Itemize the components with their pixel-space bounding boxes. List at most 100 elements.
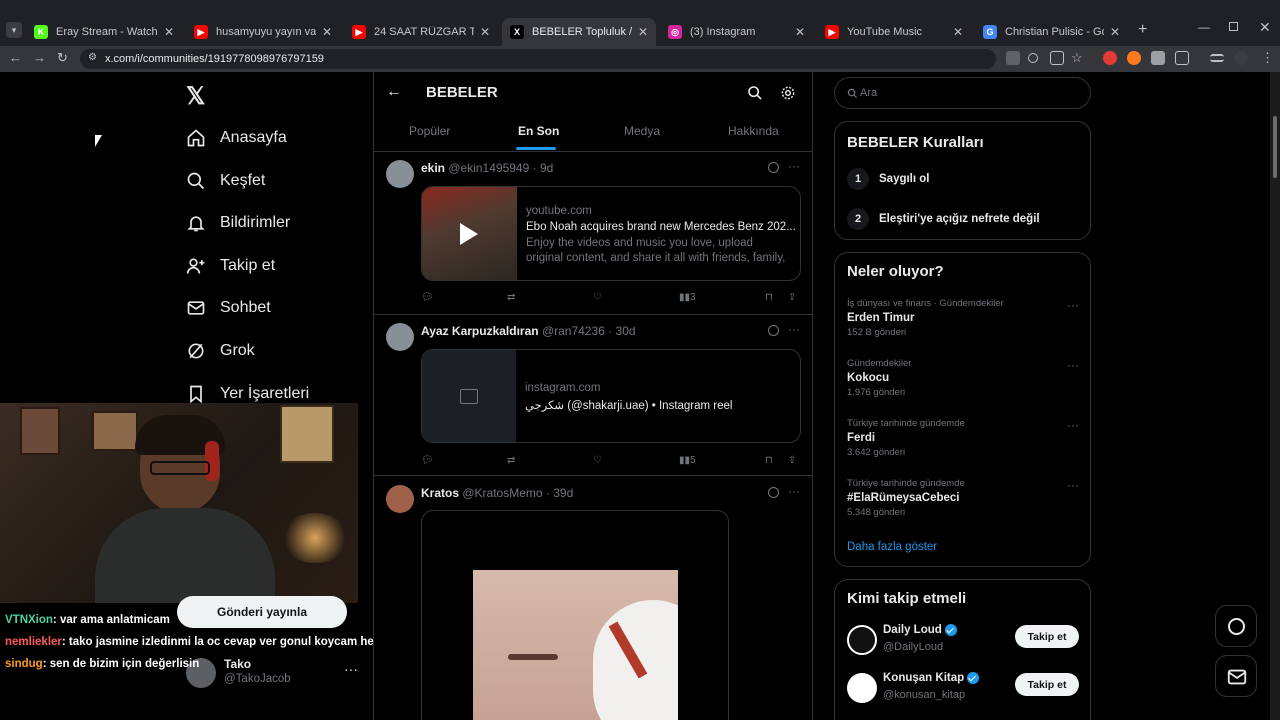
link-card[interactable]: youtube.com Ebo Noah acquires brand new … [421,186,801,281]
nav-notifications[interactable]: Bildirimler [186,208,290,238]
avatar[interactable] [386,485,414,513]
nav-explore[interactable]: Keşfet [186,166,265,196]
like-icon[interactable]: ♡ [593,292,602,303]
nav-follow[interactable]: Takip et [186,251,275,281]
avatar[interactable] [847,625,877,655]
share-icon[interactable]: ⇪ [788,455,796,466]
grok-float-button[interactable] [1215,605,1257,647]
more-icon[interactable]: ··· [788,484,800,498]
repost-icon[interactable]: ⇄ [507,292,515,303]
close-tab-icon[interactable]: ✕ [322,25,332,39]
profile-avatar-icon[interactable] [1234,51,1248,65]
more-icon[interactable]: ··· [1067,478,1079,492]
tab-search-icon[interactable]: ▾ [6,22,22,38]
tab-popular[interactable]: Popüler [409,124,450,138]
close-tab-icon[interactable]: ✕ [795,25,805,39]
grok-icon[interactable] [768,162,779,173]
tab-about[interactable]: Hakkında [728,124,779,138]
trend-item[interactable]: İş dünyası ve finans · Gündemdekiler Erd… [847,298,1079,338]
browser-tab[interactable]: ▶ husamyuyu yayın vakti 13 - You ✕ [186,18,340,46]
link-card[interactable]: instagram.com شكرجي (@shakarji.uae) • In… [421,349,801,443]
share-icon[interactable]: ⇪ [788,292,796,303]
views-icon[interactable]: ▮▮ 3 [679,292,696,303]
extension-gray-icon[interactable] [1151,51,1165,65]
close-tab-icon[interactable]: ✕ [480,25,490,39]
author-name[interactable]: Ayaz Karpuzkaldıran [421,324,539,338]
minimize-icon[interactable]: — [1198,20,1210,34]
reply-icon[interactable]: 💬︎ [421,292,434,303]
page-scrollbar[interactable] [1270,72,1280,720]
author-handle[interactable]: @KratosMemo [462,486,542,500]
rule-item[interactable]: 2 Eleştiri'ye açığız nefrete değil [847,208,1040,230]
extension-red-icon[interactable] [1103,51,1117,65]
tab-latest[interactable]: En Son [518,124,559,138]
translate-icon[interactable] [1006,51,1020,65]
repost-icon[interactable]: ⇄ [507,455,515,466]
zoom-icon[interactable] [1028,53,1038,63]
post-time[interactable]: 39d [553,486,573,500]
author-handle[interactable]: @ekin1495949 [448,161,529,175]
follow-button[interactable]: Takip et [1015,625,1079,648]
url-bar[interactable]: ⚙ x.com/i/communities/191977809897679715… [80,49,996,69]
bookmark-icon[interactable]: ⊓ [765,455,773,466]
trend-item[interactable]: Türkiye tarihinde gündemde Ferdi 3.642 g… [847,418,1079,458]
extensions-puzzle-icon[interactable] [1175,51,1189,65]
messages-float-button[interactable] [1215,655,1257,697]
follow-button[interactable]: Takip et [1015,673,1079,696]
bookmark-icon[interactable]: ⊓ [765,292,773,303]
nav-chat[interactable]: Sohbet [186,293,271,323]
close-window-icon[interactable]: ✕ [1259,19,1271,36]
close-tab-icon[interactable]: ✕ [953,25,963,39]
site-info-icon[interactable]: ⚙ [88,52,97,63]
close-tab-icon[interactable]: ✕ [638,25,648,39]
nav-grok[interactable]: Grok [186,336,255,366]
install-app-icon[interactable] [1050,51,1064,65]
browser-tab[interactable]: K Eray Stream - Watch Live on Ki ✕ [26,18,182,46]
browser-tab[interactable]: ▶ YouTube Music ✕ [817,18,971,46]
search-icon[interactable] [747,85,763,101]
close-tab-icon[interactable]: ✕ [164,25,174,39]
post[interactable]: Ayaz Karpuzkaldıran @ran74236 · 30d ··· … [374,315,812,476]
browser-tab[interactable]: ▶ 24 SAAT RÜZGAR TÜRBİNİNDE ✕ [344,18,498,46]
grok-icon[interactable] [768,487,779,498]
close-tab-icon[interactable]: ✕ [1110,25,1120,39]
more-icon[interactable]: ··· [788,159,800,173]
media-controls-icon[interactable] [1210,54,1224,62]
post-time[interactable]: 9d [540,161,553,175]
extension-orange-icon[interactable] [1127,51,1141,65]
reload-icon[interactable]: ↻ [57,50,68,66]
show-more-link[interactable]: Daha fazla göster [847,541,937,553]
video-player[interactable] [421,510,729,720]
browser-tab[interactable]: ◎ (3) Instagram ✕ [660,18,813,46]
views-icon[interactable]: ▮▮ 5 [679,455,696,466]
like-icon[interactable]: ♡ [593,455,602,466]
trend-item[interactable]: Türkiye tarihinde gündemde #ElaRümeysaCe… [847,478,1079,518]
bookmark-star-icon[interactable]: ☆ [1071,50,1083,66]
settings-gear-icon[interactable] [780,85,796,101]
more-icon[interactable]: ··· [1067,298,1079,312]
more-icon[interactable]: ··· [1067,358,1079,372]
forward-icon[interactable]: → [33,50,46,65]
avatar[interactable] [847,673,877,703]
new-tab-button[interactable]: + [1138,21,1147,39]
avatar[interactable] [386,160,414,188]
search-input[interactable]: Ara [834,77,1091,109]
follow-suggestion[interactable]: Konuşan Kitap @konusan_kitap Takip et [847,669,1079,705]
post-time[interactable]: 30d [616,324,636,338]
more-icon[interactable]: ··· [1067,418,1079,432]
x-logo-icon[interactable]: 𝕏 [186,82,205,111]
chrome-menu-icon[interactable]: ⋮ [1261,50,1274,66]
restore-icon[interactable] [1229,22,1238,31]
avatar[interactable] [386,323,414,351]
author-name[interactable]: ekin [421,161,445,175]
browser-tab[interactable]: X BEBELER Topluluk / X ✕ [502,18,656,46]
rule-item[interactable]: 1 Saygılı ol [847,168,930,190]
post[interactable]: ekin @ekin1495949 · 9d ··· youtube.com E… [374,152,812,315]
author-handle[interactable]: @ran74236 [542,324,605,338]
back-arrow-icon[interactable]: ← [386,83,402,101]
reply-icon[interactable]: 💬︎ [421,455,434,466]
post[interactable]: Kratos @KratosMemo · 39d ··· [374,476,812,720]
grok-icon[interactable] [768,325,779,336]
browser-tab[interactable]: G Christian Pulisic - Google'da Ar ✕ [975,18,1128,46]
follow-suggestion[interactable]: Daily Loud @DailyLoud Takip et [847,621,1079,657]
